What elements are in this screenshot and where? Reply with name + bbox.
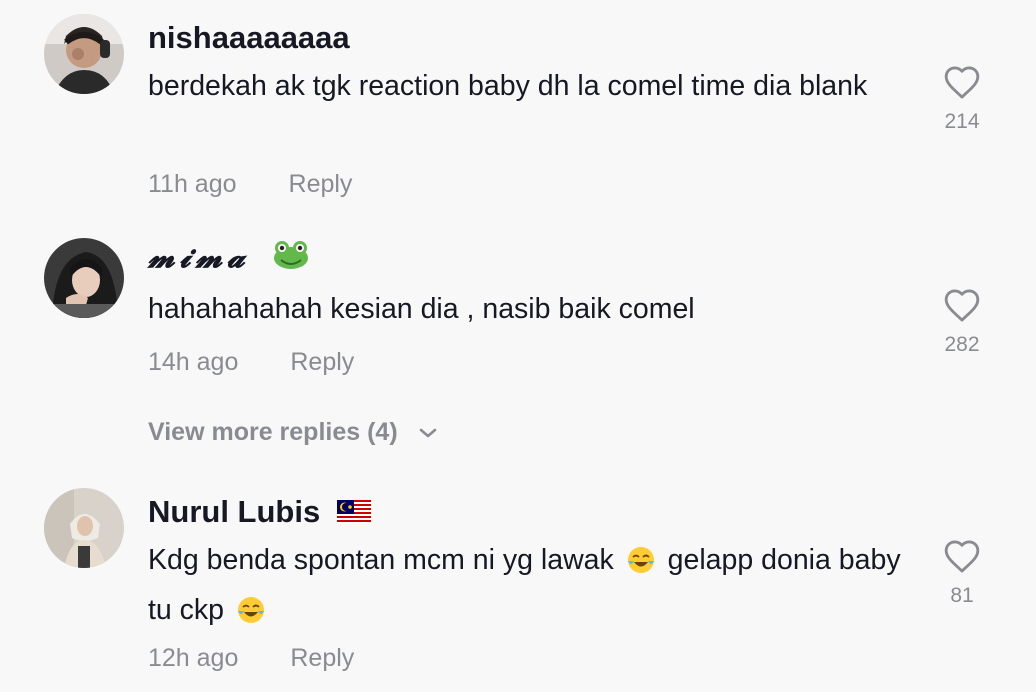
malaysia-flag-emoji: [336, 496, 371, 532]
timestamp: 12h ago: [148, 644, 239, 672]
heart-outline-icon: [944, 66, 980, 99]
username-text: Nurul Lubis: [148, 494, 321, 529]
comment-meta: 14h ago Reply: [148, 348, 354, 377]
like-button[interactable]: 214: [932, 64, 992, 134]
frog-emoji: [273, 240, 309, 278]
username[interactable]: Nurul Lubis: [148, 494, 371, 532]
tears-of-joy-emoji: [236, 594, 266, 638]
avatar[interactable]: [44, 238, 124, 318]
avatar[interactable]: [44, 488, 124, 568]
comment-text: hahahahahah kesian dia , nasib baik come…: [148, 293, 695, 325]
reply-button[interactable]: Reply: [290, 348, 354, 377]
heart-outline-icon: [944, 289, 980, 322]
username[interactable]: 𝓶𝓲𝓶𝓪: [148, 240, 309, 278]
like-count: 282: [944, 333, 980, 356]
avatar[interactable]: [44, 14, 124, 94]
username[interactable]: nishaaaaaaaa: [148, 20, 350, 56]
reply-button[interactable]: Reply: [290, 644, 354, 673]
chevron-down-icon: [419, 429, 436, 438]
comment-text: Kdg benda spontan mcm ni yg lawak gelapp…: [148, 538, 918, 638]
view-more-label: View more replies (4): [148, 418, 398, 446]
heart-outline-icon: [944, 540, 980, 573]
comment-meta: 11h ago Reply: [148, 170, 352, 199]
like-count: 81: [950, 584, 974, 607]
username-text: 𝓶𝓲𝓶𝓪: [148, 240, 250, 275]
like-button[interactable]: 282: [932, 287, 992, 357]
tears-of-joy-emoji: [626, 544, 656, 588]
comment-text: berdekah ak tgk reaction baby dh la come…: [148, 70, 868, 102]
timestamp: 14h ago: [148, 348, 239, 376]
like-count: 214: [944, 110, 980, 133]
view-more-replies-button[interactable]: View more replies (4): [148, 418, 439, 447]
timestamp: 11h ago: [148, 170, 237, 198]
comment-meta: 12h ago Reply: [148, 644, 354, 673]
reply-button[interactable]: Reply: [289, 170, 353, 199]
like-button[interactable]: 81: [932, 538, 992, 608]
comment-text-part1: Kdg benda spontan mcm ni yg lawak: [148, 544, 614, 576]
